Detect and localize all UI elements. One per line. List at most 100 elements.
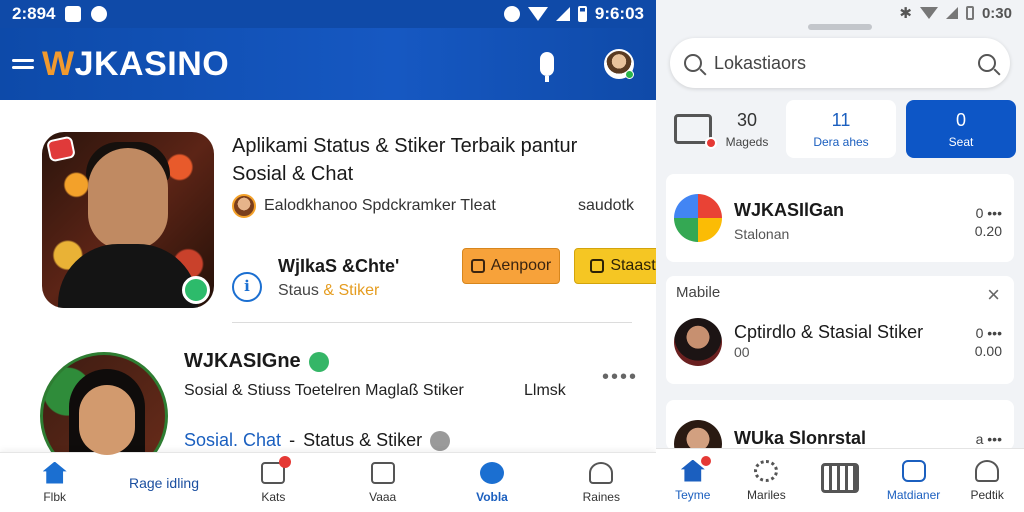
- status-time: 0:30: [981, 4, 1012, 22]
- sheet-handle[interactable]: [808, 24, 872, 30]
- divider: [232, 322, 632, 323]
- notification-badge: [279, 455, 292, 468]
- app-name: WJKASIGne: [184, 350, 329, 373]
- nav-item-profile[interactable]: Pedtik: [950, 449, 1024, 512]
- nav-item-keyboard[interactable]: [803, 449, 877, 512]
- tag-link[interactable]: Sosial. Chat: [184, 430, 281, 451]
- status-bar: 2:894 9:6:03: [0, 0, 656, 28]
- search-input[interactable]: Lokastiaors: [714, 53, 806, 74]
- gallery-icon: [65, 6, 82, 22]
- search-submit-icon[interactable]: [978, 54, 996, 72]
- nav-item-mariles[interactable]: Mariles: [730, 449, 804, 512]
- author-avatar: [232, 194, 256, 218]
- open-button[interactable]: Aenpoor: [462, 248, 560, 284]
- nav-item-home[interactable]: Flbk: [0, 453, 109, 512]
- app-name: WjIkaS &Chte': [278, 256, 400, 276]
- bottom-nav: Teyme Mariles Matdianer Pedtik: [656, 448, 1024, 512]
- app-logo[interactable]: WJKASINO: [42, 45, 229, 84]
- stat-saved[interactable]: 0 Seat: [906, 100, 1016, 158]
- info-icon[interactable]: ℹ: [232, 272, 262, 302]
- stat-followers[interactable]: 11 Dera ahes: [786, 100, 896, 158]
- notification-card[interactable]: Mabile × Cptirdlo & Stasial Stiker 00 0 …: [666, 276, 1014, 384]
- author-text: Ealodkhanoo Spdckramker Tleat: [264, 197, 496, 214]
- result-card[interactable]: WUka Slonrstal a •••: [666, 400, 1014, 450]
- nav-item-raines[interactable]: Raines: [547, 453, 656, 512]
- card-title: Aplikami Status & Stiker Terbaik pantur …: [232, 135, 578, 185]
- signal-icon: [555, 7, 570, 21]
- status-time-right: 9:6:03: [594, 4, 644, 23]
- result-subtitle: Stalonan: [734, 226, 790, 242]
- download-icon: [590, 259, 605, 273]
- app-thumbnail[interactable]: [42, 132, 214, 308]
- settings-icon: [754, 459, 779, 482]
- battery-icon: [965, 6, 974, 20]
- app-action-row: ℹ WjIkaS &Chte' Staus & Stiker Aenpoor S…: [232, 248, 656, 304]
- author-meta: saudotk: [577, 197, 634, 214]
- featured-app-card[interactable]: Aplikami Status & Stiker Terbaik pantur …: [42, 132, 656, 322]
- result-card[interactable]: WJKASIlGan Stalonan 0 ••• 0.20: [666, 174, 1014, 262]
- secondary-pane: ✱ 0:30 Lokastiaors 30 Mageds 11 Dera ahe…: [656, 0, 1024, 512]
- verified-icon: [308, 351, 329, 372]
- status-bar: ✱ 0:30: [656, 0, 1024, 26]
- app-bar: WJKASINO: [0, 28, 656, 100]
- inbox-icon: [261, 455, 292, 484]
- tag-badge-icon: [430, 430, 451, 451]
- status-time: 2:894: [12, 4, 56, 23]
- notification-meta[interactable]: 0 ••• 0.00: [975, 324, 1002, 360]
- nav-item-vaaa[interactable]: Vaaa: [328, 453, 437, 512]
- more-options-icon[interactable]: ••••: [602, 366, 638, 389]
- notification-icon: [91, 6, 108, 22]
- camera-icon: [370, 461, 395, 484]
- alarm-icon: [503, 6, 520, 22]
- compass-icon: [479, 461, 504, 484]
- main-app-pane: 2:894 9:6:03 WJKASINO Aplikami Status & …: [0, 0, 656, 512]
- sticker-badge-icon: [45, 135, 77, 163]
- notification-badge: [704, 137, 717, 149]
- online-indicator: [625, 70, 634, 79]
- nav-item-kats[interactable]: Kats: [219, 453, 328, 512]
- battery-icon: [577, 6, 587, 22]
- nav-item-vobla[interactable]: Vobla: [437, 453, 546, 512]
- stats-row: 30 Mageds 11 Dera ahes 0 Seat: [666, 100, 1016, 158]
- app-subtitle: Staus & Stiker: [278, 282, 380, 299]
- notification-title: Cptirdlo & Stasial Stiker: [734, 322, 924, 342]
- map-icon: [901, 459, 926, 482]
- message-icon: [673, 114, 717, 149]
- wifi-icon: [527, 7, 548, 21]
- avatar: [674, 420, 722, 450]
- more-link[interactable]: Llmsk: [524, 382, 566, 400]
- app-logo-icon: [674, 194, 722, 242]
- avatar: [674, 318, 722, 366]
- result-title: WJKASIlGan: [734, 200, 845, 220]
- lock-icon: [470, 259, 485, 273]
- nav-item-home[interactable]: Teyme: [656, 449, 730, 512]
- result-meta[interactable]: a •••: [976, 430, 1002, 448]
- bottom-nav: Flbk Rage idling Kats Vaaa Vobla Raines: [0, 452, 656, 512]
- app-tags: Sosial. Chat - Status & Stiker: [184, 430, 451, 451]
- close-icon[interactable]: ×: [987, 282, 1000, 308]
- microphone-icon[interactable]: [540, 52, 554, 82]
- wifi-icon: [919, 7, 938, 19]
- result-title: WUka Slonrstal: [734, 428, 867, 448]
- home-icon: [42, 461, 67, 484]
- bluetooth-icon: ✱: [899, 5, 912, 22]
- profile-avatar[interactable]: [604, 49, 634, 79]
- author-row: Ealodkhanoo Spdckramker Tleat saudotk: [232, 194, 634, 218]
- search-bar[interactable]: Lokastiaors: [670, 38, 1010, 88]
- person-icon: [589, 461, 614, 484]
- notification-badge: [700, 455, 711, 466]
- start-button[interactable]: Staast: [574, 248, 656, 284]
- nav-item-rage[interactable]: Rage idling: [109, 453, 218, 512]
- person-icon: [975, 459, 1000, 482]
- chat-badge-icon: [182, 276, 210, 304]
- keyboard-icon: [820, 462, 859, 493]
- app-list-item[interactable]: WJKASIGne Sosial & Stiuss Toetelren Magl…: [40, 346, 640, 480]
- stat-messages[interactable]: 30 Mageds: [666, 100, 776, 158]
- app-description: Sosial & Stiuss Toetelren Maglaß Stiker: [184, 382, 464, 399]
- signal-icon: [945, 7, 958, 19]
- notification-subtitle: 00: [734, 344, 750, 360]
- result-meta[interactable]: 0 ••• 0.20: [975, 204, 1002, 240]
- search-icon: [684, 54, 702, 72]
- nav-item-matdianer[interactable]: Matdianer: [877, 449, 951, 512]
- menu-icon[interactable]: [12, 59, 34, 69]
